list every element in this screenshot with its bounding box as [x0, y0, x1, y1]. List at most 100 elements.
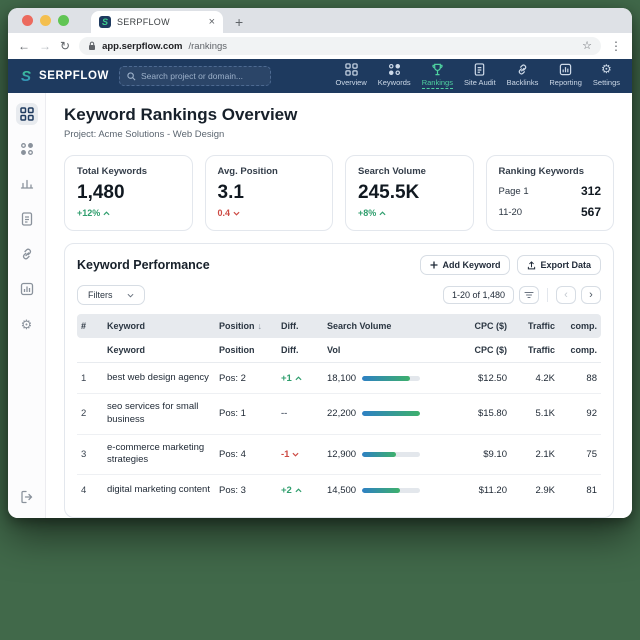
table-row[interactable]: 2 seo services for small business Pos: 1… [77, 394, 601, 435]
ranking-row: Page 1 312 [499, 184, 602, 198]
sidebar-item-overview[interactable] [16, 103, 38, 125]
keyword-performance-panel: Keyword Performance Add Keyword Export D… [64, 243, 614, 518]
sidebar-item-settings[interactable]: ⚙ [16, 313, 38, 335]
sort-position-header[interactable]: Position↓ [215, 314, 277, 338]
gear-icon: ⚙ [21, 318, 33, 331]
stat-card-avg-position: Avg. Position 3.1 0.4 [205, 155, 334, 231]
table-row[interactable]: 1 best web design agency Pos: 2 +1 18,10… [77, 363, 601, 394]
sidebar-item-site-audit[interactable] [16, 208, 38, 230]
sidebar-item-reporting[interactable] [16, 278, 38, 300]
filter-lines-icon [524, 291, 534, 299]
stat-card-ranking-keywords: Ranking Keywords Page 1 312 11-20 567 [486, 155, 615, 231]
lock-icon [88, 41, 96, 51]
chart-box-icon [559, 63, 572, 76]
panel-title: Keyword Performance [77, 258, 210, 272]
nav-reporting[interactable]: Reporting [549, 63, 582, 89]
dots-cluster-icon [20, 142, 34, 156]
trend-up-icon [295, 488, 302, 493]
link-icon [516, 63, 529, 76]
stat-delta: +8% [358, 208, 461, 218]
table-row[interactable]: 4 digital marketing content Pos: 3 +2 14… [77, 475, 601, 506]
volume-bar [362, 452, 420, 457]
sidebar-item-backlinks[interactable] [16, 243, 38, 265]
sidebar-item-keywords[interactable] [16, 138, 38, 160]
document-icon [20, 212, 34, 226]
stat-card-search-volume: Search Volume 245.5K +8% [345, 155, 474, 231]
trend-down-icon [233, 211, 240, 216]
search-icon [127, 72, 136, 81]
left-sidebar: ⚙ [8, 93, 46, 518]
tab-title: SERPFLOW [117, 17, 203, 27]
add-keyword-button[interactable]: Add Keyword [420, 255, 510, 275]
stat-delta: +12% [77, 208, 180, 218]
window-controls [8, 8, 81, 33]
table-header-row: # Keyword Position↓ Diff. Search Volume … [77, 314, 601, 338]
stat-delta: 0.4 [218, 208, 321, 218]
filters-dropdown[interactable]: Filters [77, 285, 145, 305]
export-icon [527, 261, 536, 270]
minimize-window-button[interactable] [40, 15, 51, 26]
trophy-icon [431, 63, 444, 76]
trend-up-icon [295, 376, 302, 381]
sort-desc-icon: ↓ [258, 321, 263, 331]
nav-backlinks[interactable]: Backlinks [507, 63, 539, 89]
svg-text:S: S [21, 68, 31, 84]
url-host: app.serpflow.com [102, 41, 182, 52]
trend-up-icon [103, 211, 110, 216]
page-title: Keyword Rankings Overview [64, 105, 614, 125]
top-navigation: Overview Keywords Rankings Site Audit Ba… [335, 63, 620, 89]
brand-name: SERPFLOW [39, 70, 109, 82]
pagination-range: 1-20 of 1,480 [443, 286, 514, 304]
close-window-button[interactable] [22, 15, 33, 26]
gear-icon: ⚙ [600, 63, 613, 76]
ranking-row: 11-20 567 [499, 205, 602, 219]
prev-page-button[interactable]: ‹ [556, 286, 576, 304]
brand: S SERPFLOW [18, 68, 109, 84]
trend-down-icon [292, 452, 299, 457]
plus-icon [430, 261, 438, 269]
grid-icon [20, 107, 34, 121]
new-tab-button[interactable]: + [235, 14, 243, 33]
volume-bar [362, 488, 420, 493]
stat-card-total-keywords: Total Keywords 1,480 +12% [64, 155, 193, 231]
serpflow-logo-icon: S [18, 68, 34, 84]
browser-menu-icon[interactable]: ⋮ [610, 40, 622, 52]
browser-tab[interactable]: S SERPFLOW × [91, 11, 223, 33]
chart-box-icon [20, 282, 34, 296]
logout-icon [20, 490, 34, 504]
volume-bar [362, 376, 420, 381]
global-search-input[interactable]: Search project or domain... [119, 66, 271, 86]
bookmark-star-icon[interactable]: ☆ [582, 41, 592, 52]
reload-icon[interactable]: ↻ [60, 40, 70, 52]
table-filter-button[interactable] [519, 286, 539, 304]
sidebar-item-rankings[interactable] [16, 173, 38, 195]
address-bar[interactable]: app.serpflow.com/rankings ☆ [79, 37, 601, 55]
grid-icon [345, 63, 358, 76]
nav-site-audit[interactable]: Site Audit [464, 63, 496, 89]
document-icon [473, 63, 486, 76]
app-header: S SERPFLOW Search project or domain... O… [8, 59, 632, 93]
nav-rankings[interactable]: Rankings [422, 63, 453, 89]
nav-settings[interactable]: ⚙ Settings [593, 63, 620, 89]
forward-icon[interactable]: → [39, 40, 51, 52]
serpflow-favicon: S [99, 16, 111, 28]
browser-tab-strip: S SERPFLOW × + [8, 8, 632, 33]
next-page-button[interactable]: › [581, 286, 601, 304]
logout-button[interactable] [16, 486, 38, 508]
dots-cluster-icon [388, 63, 401, 76]
chevron-down-icon [127, 293, 134, 298]
table-row[interactable]: 3 e-commerce marketing strategies Pos: 4… [77, 435, 601, 476]
url-path: /rankings [188, 41, 227, 52]
back-icon[interactable]: ← [18, 40, 30, 52]
nav-overview[interactable]: Overview [335, 63, 366, 89]
search-placeholder: Search project or domain... [141, 71, 243, 81]
nav-keywords[interactable]: Keywords [378, 63, 411, 89]
link-icon [20, 247, 34, 261]
divider [547, 288, 548, 302]
stats-grid: Total Keywords 1,480 +12% Avg. Position … [64, 155, 614, 231]
export-data-button[interactable]: Export Data [517, 255, 601, 275]
table-subheader-row: Keyword Position Diff. Vol CPC ($) Traff… [77, 338, 601, 363]
keyword-table: # Keyword Position↓ Diff. Search Volume … [77, 314, 601, 506]
zoom-window-button[interactable] [58, 15, 69, 26]
close-tab-icon[interactable]: × [209, 17, 215, 28]
